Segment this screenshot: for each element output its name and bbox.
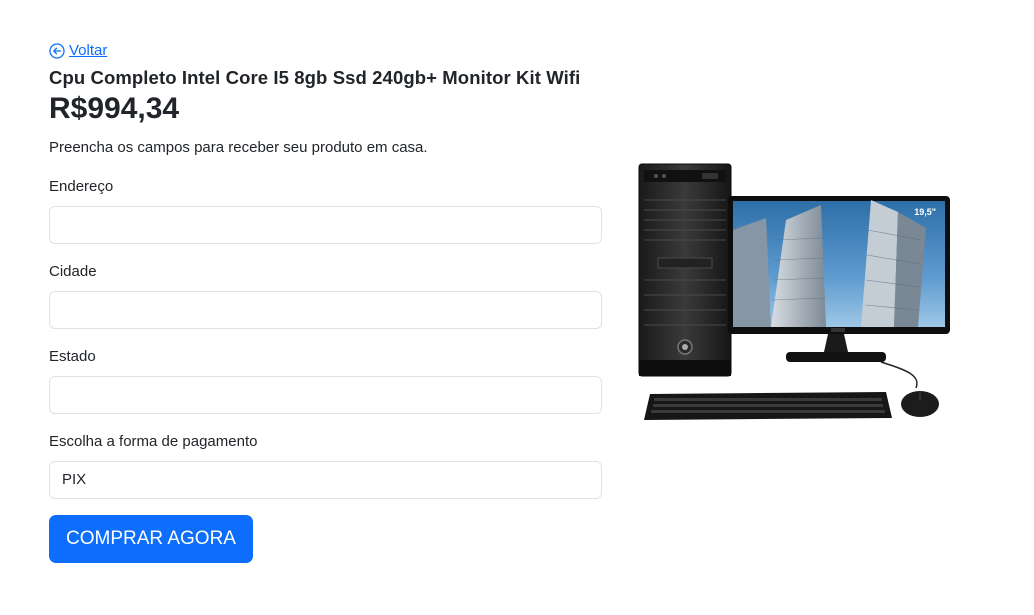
state-field-group: Estado bbox=[49, 346, 602, 414]
back-link[interactable]: Voltar bbox=[49, 40, 107, 62]
product-image: 19,5" bbox=[636, 160, 952, 428]
checkout-form-column: Voltar Cpu Completo Intel Core I5 8gb Ss… bbox=[49, 40, 602, 563]
address-field-group: Endereço bbox=[49, 176, 602, 244]
payment-selected-value: PIX bbox=[62, 471, 87, 488]
city-field-group: Cidade bbox=[49, 261, 602, 329]
product-title: Cpu Completo Intel Core I5 8gb Ssd 240gb… bbox=[49, 67, 581, 88]
payment-field-group: Escolha a forma de pagamento PIX bbox=[49, 431, 602, 499]
checkout-page: Voltar Cpu Completo Intel Core I5 8gb Ss… bbox=[0, 0, 1034, 615]
state-input[interactable] bbox=[49, 376, 602, 414]
address-label: Endereço bbox=[49, 178, 114, 195]
city-label: Cidade bbox=[49, 263, 97, 280]
address-input[interactable] bbox=[49, 206, 602, 244]
arrow-left-circle-icon bbox=[49, 43, 65, 59]
city-input[interactable] bbox=[49, 291, 602, 329]
back-link-label: Voltar bbox=[69, 42, 108, 59]
buy-now-button[interactable]: COMPRAR AGORA bbox=[49, 515, 253, 563]
monitor-size-badge: 19,5" bbox=[914, 207, 936, 217]
payment-label: Escolha a forma de pagamento bbox=[49, 433, 258, 450]
state-label: Estado bbox=[49, 348, 96, 365]
payment-select[interactable]: PIX bbox=[49, 461, 602, 499]
product-price: R$994,34 bbox=[49, 92, 180, 125]
form-instructions: Preencha os campos para receber seu prod… bbox=[49, 139, 428, 156]
